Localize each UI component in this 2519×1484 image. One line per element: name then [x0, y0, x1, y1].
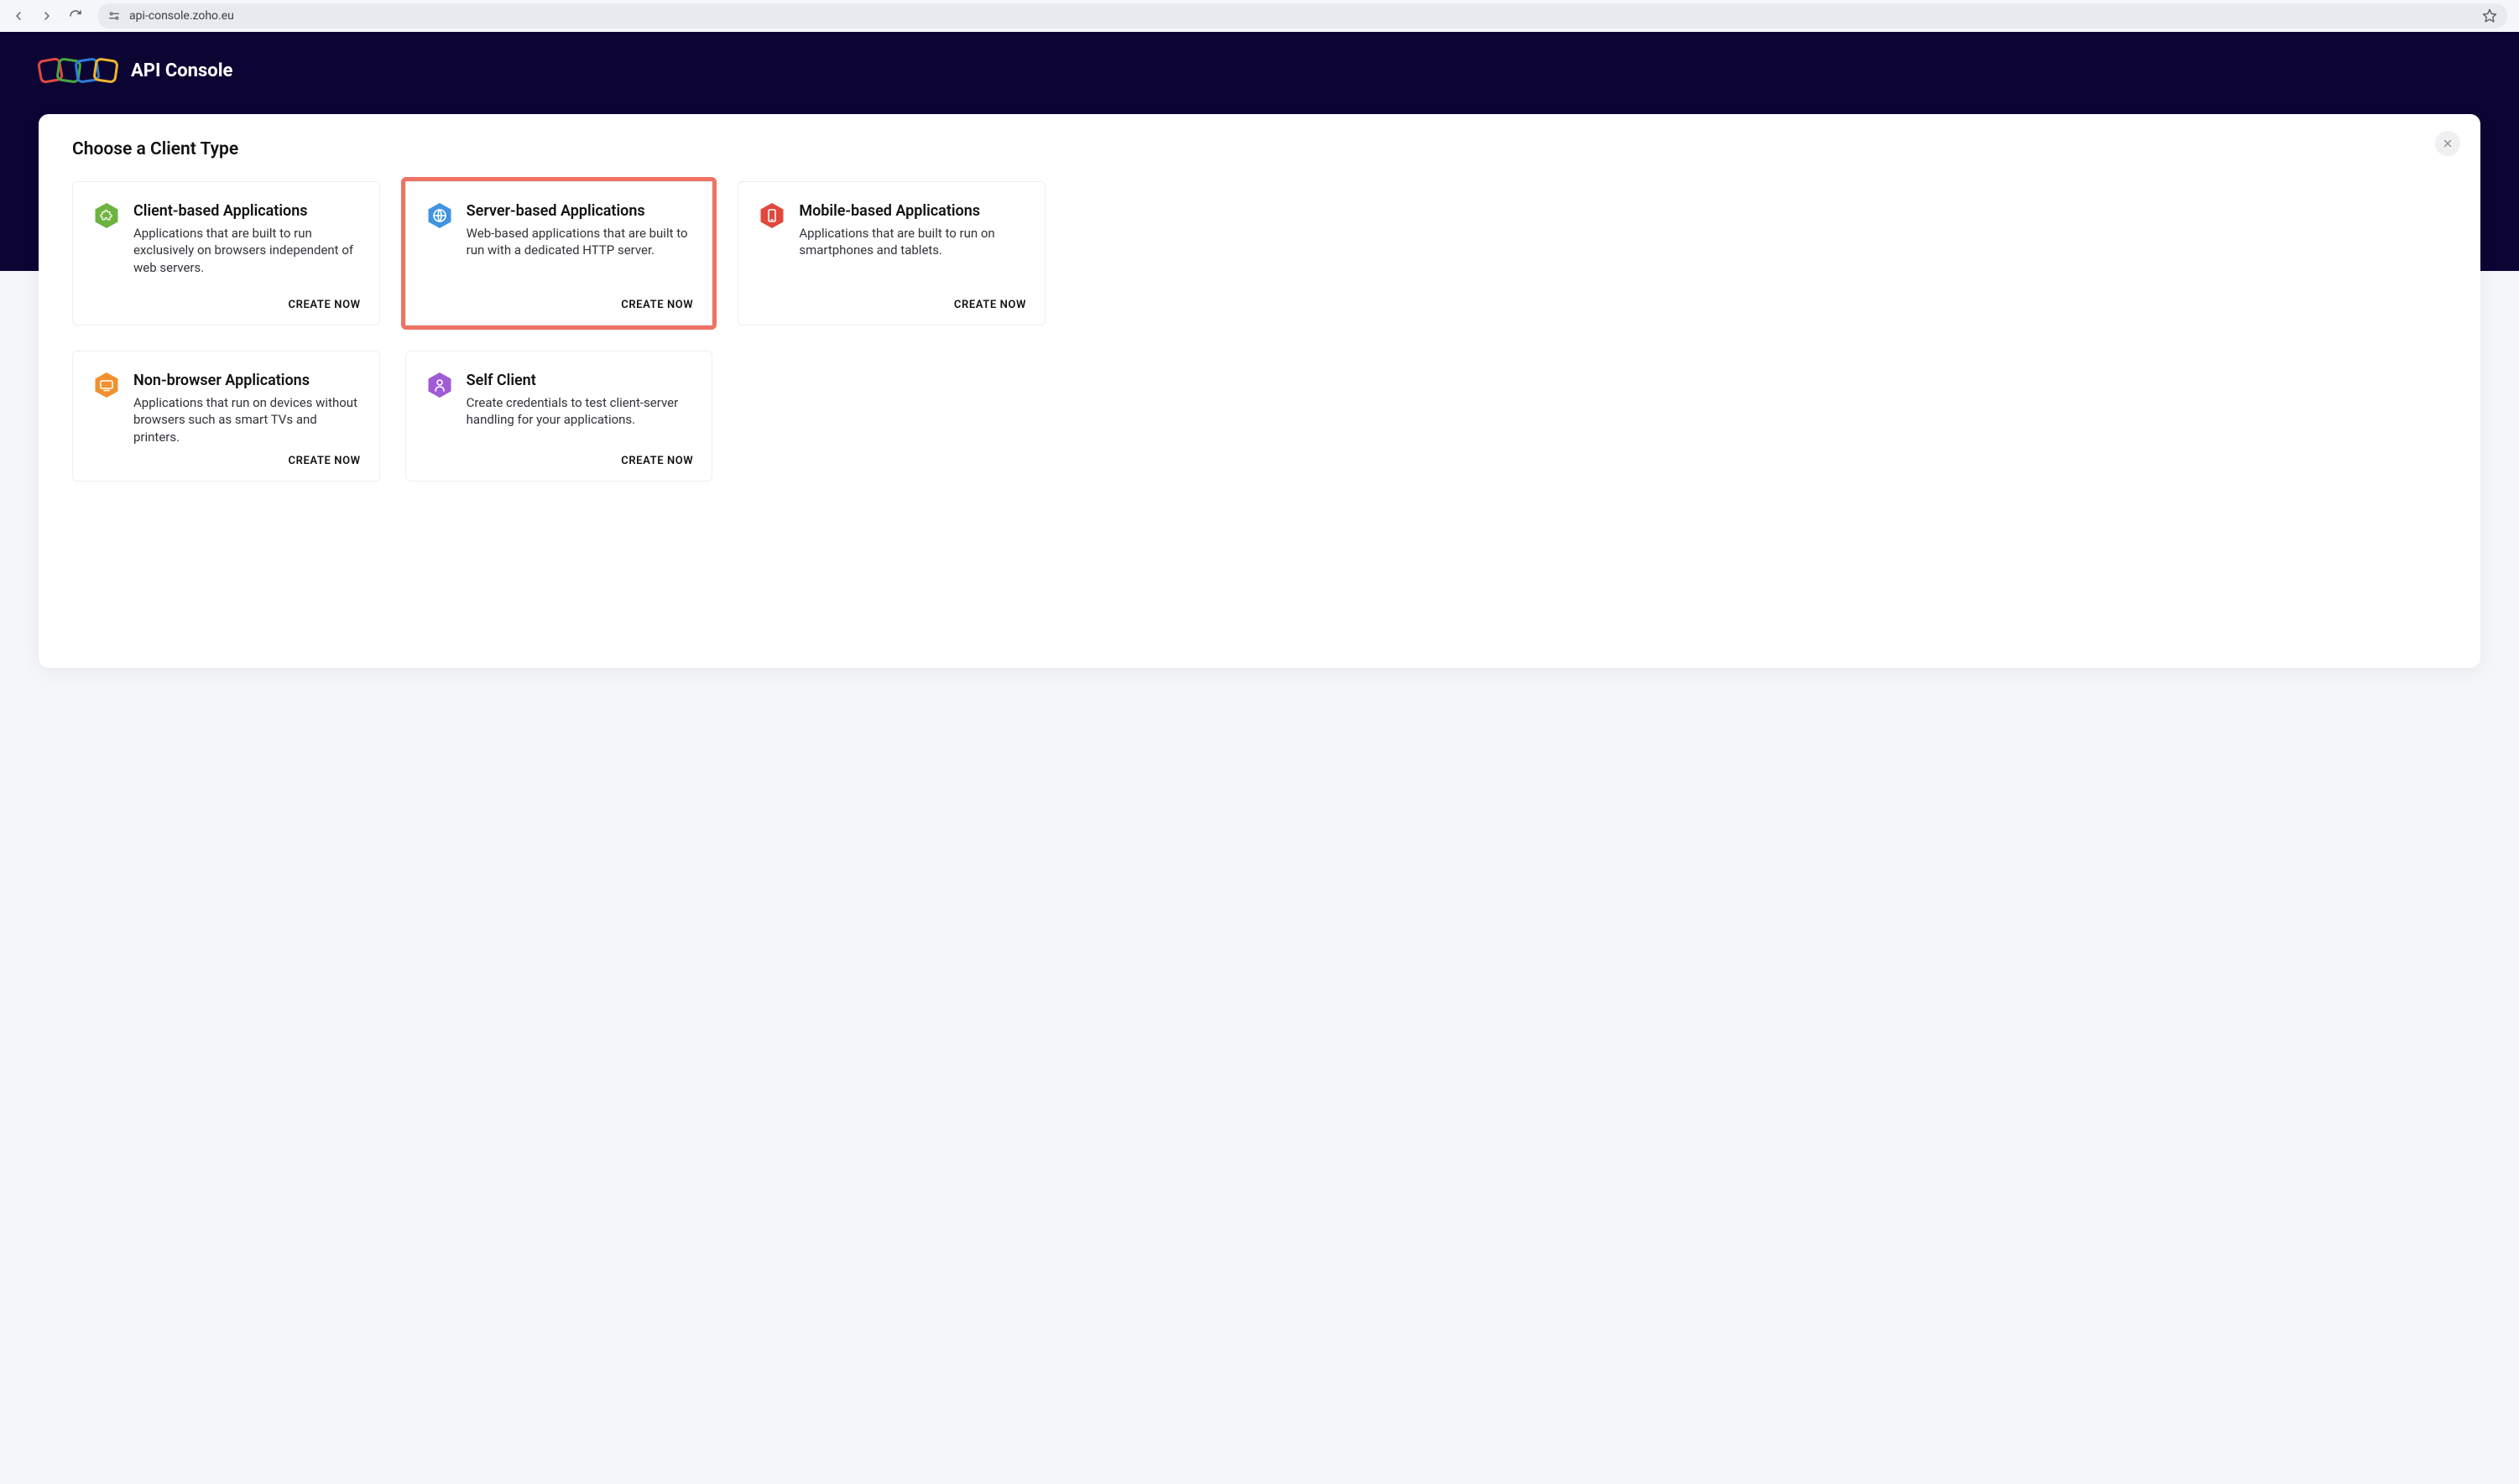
card-description: Applications that are built to run on sm…: [799, 225, 1025, 259]
brand-area: API Console: [0, 32, 2519, 86]
main-panel: Choose a Client Type Client-based Applic…: [39, 114, 2480, 668]
card-title: Mobile-based Applications: [799, 202, 1025, 220]
card-description: Applications that run on devices without…: [133, 394, 359, 445]
client-type-card[interactable]: Non-browser Applications Applications th…: [72, 351, 380, 482]
close-button[interactable]: [2435, 131, 2460, 156]
page-heading: Choose a Client Type: [72, 139, 2447, 159]
brand-title: API Console: [131, 60, 232, 81]
phone-icon: [759, 202, 785, 229]
create-now-button[interactable]: CREATE NOW: [954, 299, 1026, 311]
card-description: Applications that are built to run exclu…: [133, 225, 359, 276]
client-type-card[interactable]: Self Client Create credentials to test c…: [405, 351, 713, 482]
card-description: Create credentials to test client-server…: [467, 394, 692, 429]
refresh-icon[interactable]: [69, 9, 82, 23]
url-text: api-console.zoho.eu: [129, 9, 2474, 23]
bookmark-star-icon[interactable]: [2482, 8, 2497, 23]
card-title: Client-based Applications: [133, 202, 359, 220]
site-settings-icon[interactable]: [107, 9, 121, 23]
forward-icon[interactable]: [40, 9, 54, 23]
client-type-card[interactable]: Client-based Applications Applications t…: [72, 181, 380, 325]
client-type-card[interactable]: Mobile-based Applications Applications t…: [738, 181, 1046, 325]
card-title: Non-browser Applications: [133, 372, 359, 389]
create-now-button[interactable]: CREATE NOW: [621, 299, 693, 311]
create-now-button[interactable]: CREATE NOW: [289, 299, 361, 311]
logo-icon: [39, 55, 119, 86]
puzzle-icon: [93, 202, 120, 229]
card-title: Server-based Applications: [467, 202, 692, 220]
card-title: Self Client: [467, 372, 692, 389]
create-now-button[interactable]: CREATE NOW: [289, 455, 361, 467]
tv-icon: [93, 372, 120, 398]
back-icon[interactable]: [12, 9, 25, 23]
browser-toolbar: api-console.zoho.eu: [0, 0, 2519, 32]
client-type-card[interactable]: Server-based Applications Web-based appl…: [405, 181, 713, 325]
client-type-grid: Client-based Applications Applications t…: [72, 181, 1046, 482]
nav-buttons: [12, 9, 82, 23]
person-icon: [426, 372, 453, 398]
address-bar[interactable]: api-console.zoho.eu: [97, 3, 2507, 29]
globe-icon: [426, 202, 453, 229]
card-description: Web-based applications that are built to…: [467, 225, 692, 259]
create-now-button[interactable]: CREATE NOW: [621, 455, 693, 467]
